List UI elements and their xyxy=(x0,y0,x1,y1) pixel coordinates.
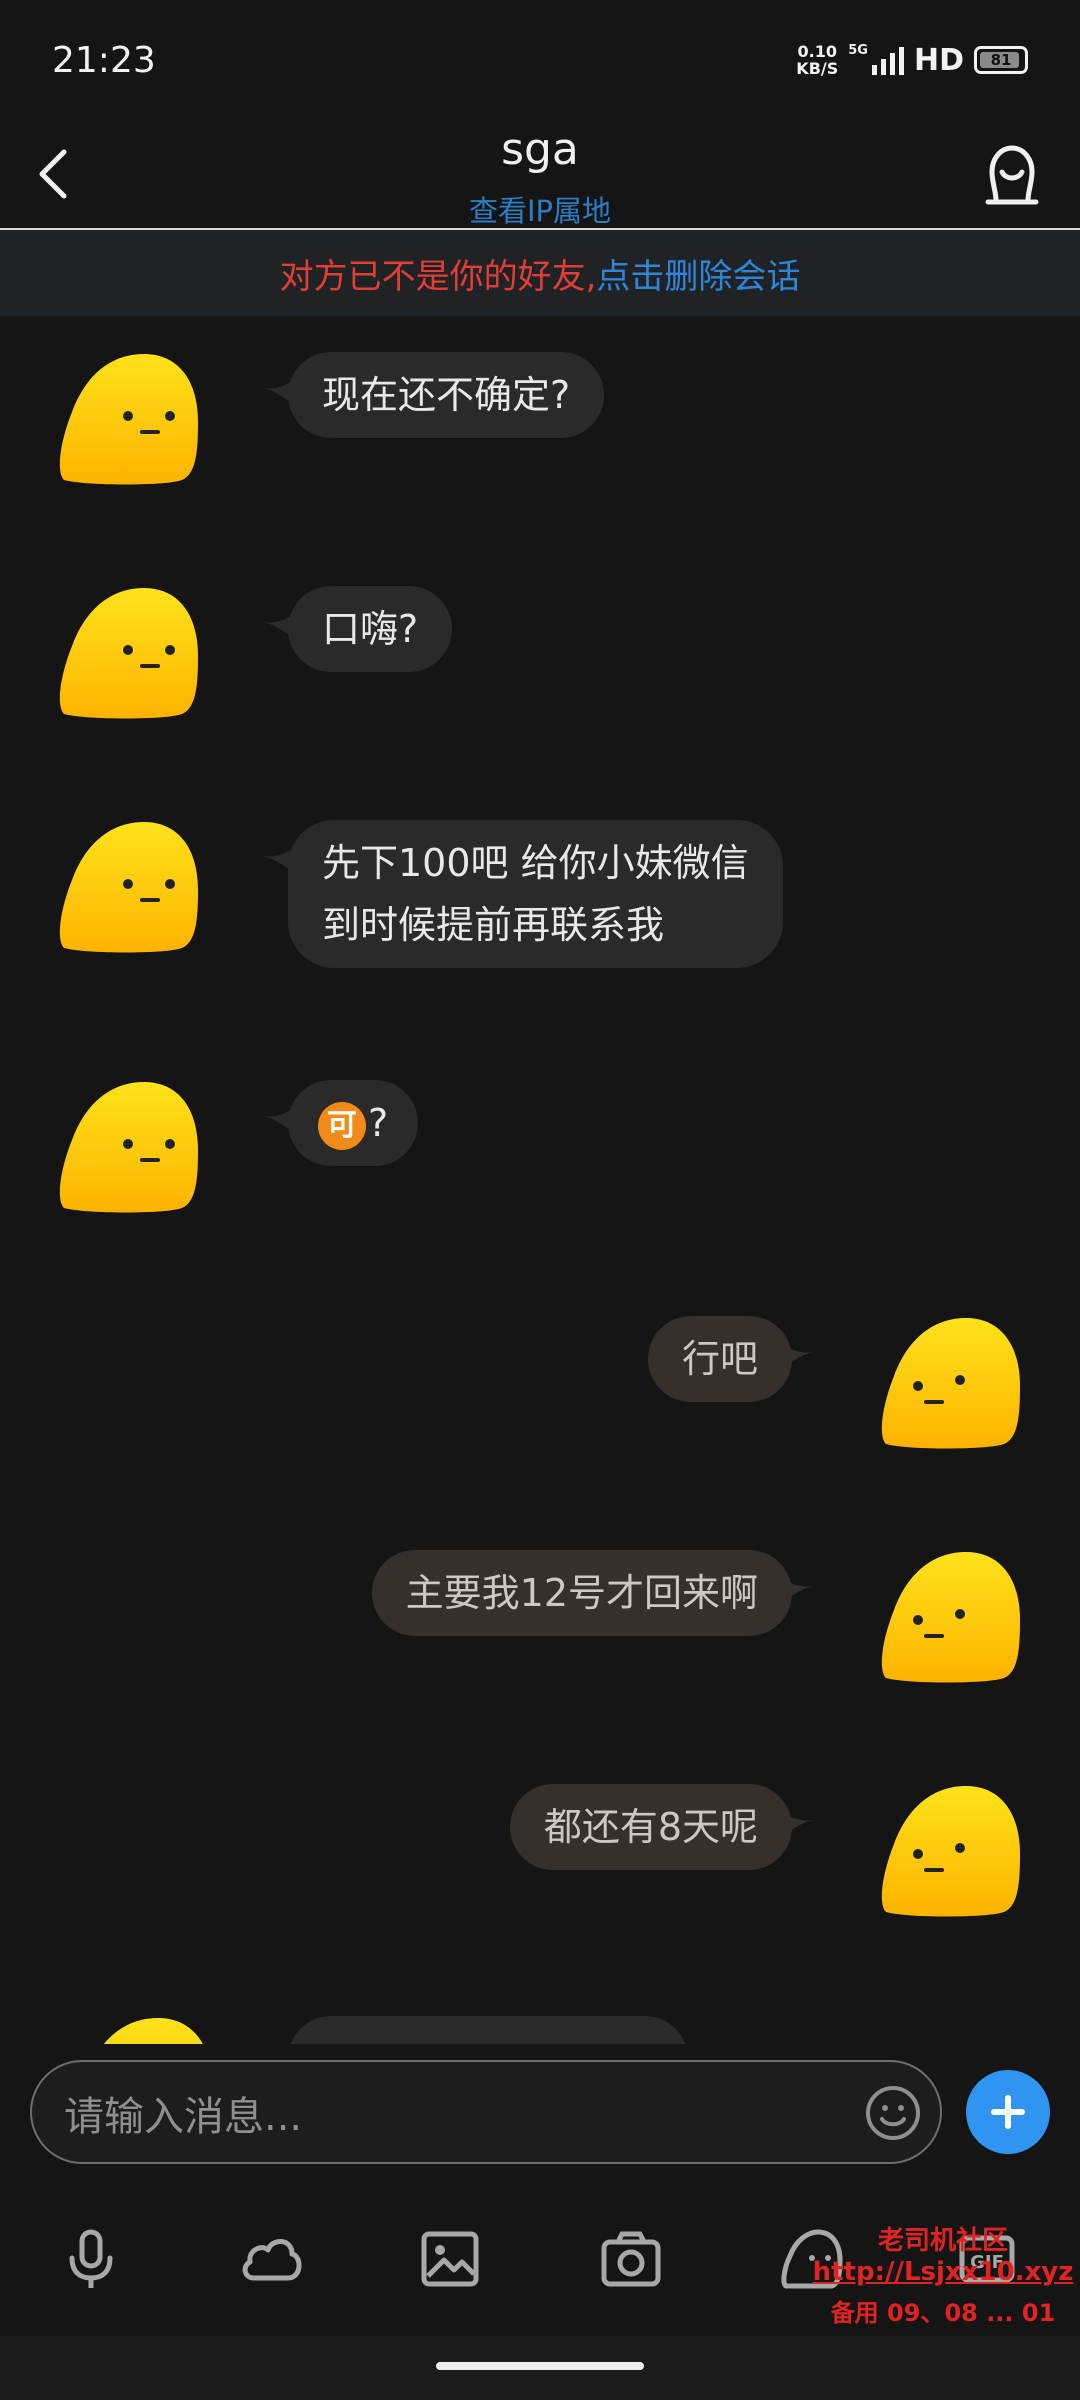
plus-icon xyxy=(991,2095,1025,2129)
status-time: 21:23 xyxy=(52,39,156,81)
watermark-url: http://Lsjxx10.xyz xyxy=(812,2257,1074,2287)
notice-warning-text: 对方已不是你的好友, xyxy=(279,256,597,297)
network-speed-unit: KB/S xyxy=(796,59,839,78)
message-bubble[interactable]: 口嗨? xyxy=(288,586,453,672)
yellow-ghost-avatar[interactable] xyxy=(878,1316,1024,1450)
camera-icon[interactable] xyxy=(598,2228,664,2290)
plus-button[interactable] xyxy=(966,2070,1050,2154)
ghost-profile-icon[interactable] xyxy=(982,142,1042,208)
message-row: 都还有8天呢 xyxy=(0,1784,1080,1918)
yellow-ghost-avatar[interactable] xyxy=(878,1784,1024,1918)
status-bar: 21:23 0.10 KB/S 5G HD 81 xyxy=(0,0,1080,120)
battery-icon: 81 xyxy=(974,46,1028,74)
message-bubble[interactable]: 现在还不确定? xyxy=(288,352,605,438)
not-friend-notice: 对方已不是你的好友, 点击删除会话 xyxy=(0,230,1080,316)
yellow-ghost-avatar[interactable] xyxy=(56,820,202,954)
chat-header: sga 查看IP属地 xyxy=(0,120,1080,228)
message-row: 现在还不确定? xyxy=(0,352,1080,486)
message-line: 先下100吧 给你小妹微信 xyxy=(322,841,749,885)
message-input-bar: 请输入消息... xyxy=(0,2044,1080,2180)
microphone-icon[interactable] xyxy=(58,2228,124,2290)
watermark: 老司机社区 http://Lsjxx10.xyz 备用 09、08 ... 01 xyxy=(808,2220,1078,2328)
system-nav-bar xyxy=(0,2336,1080,2400)
message-row: ... xyxy=(0,2016,1080,2044)
message-row: 行吧 xyxy=(0,1316,1080,1450)
message-bubble[interactable]: 先下100吧 给你小妹微信 到时候提前再联系我 xyxy=(288,820,783,968)
message-text: ? xyxy=(368,1101,389,1145)
network-type-label: 5G xyxy=(848,42,868,58)
view-ip-location-link[interactable]: 查看IP属地 xyxy=(0,188,1080,230)
message-line: 到时候提前再联系我 xyxy=(322,903,665,947)
cloud-icon[interactable] xyxy=(238,2228,304,2290)
home-indicator[interactable] xyxy=(436,2362,644,2370)
yellow-ghost-avatar[interactable] xyxy=(56,586,202,720)
hd-voice-label: HD xyxy=(913,42,964,78)
message-row: 可? xyxy=(0,1080,1080,1214)
chat-title: sga xyxy=(501,124,579,175)
message-input[interactable]: 请输入消息... xyxy=(30,2060,942,2164)
message-bubble[interactable]: 主要我12号才回来啊 xyxy=(371,1550,792,1636)
message-bubble[interactable]: 都还有8天呢 xyxy=(509,1784,792,1870)
message-bubble[interactable]: 行吧 xyxy=(647,1316,792,1402)
message-bubble[interactable]: ... xyxy=(288,2016,688,2044)
message-input-placeholder: 请输入消息... xyxy=(64,2094,303,2140)
yellow-ghost-avatar[interactable] xyxy=(56,352,202,486)
network-speed-value: 0.10 xyxy=(797,42,838,61)
ke-emoji-icon: 可 xyxy=(318,1101,366,1150)
message-row: 主要我12号才回来啊 xyxy=(0,1550,1080,1684)
battery-level: 81 xyxy=(990,51,1012,69)
message-list[interactable]: 现在还不确定? 口嗨? 先下100吧 给你小妹微信 到时候提前再联系我 可 ? … xyxy=(0,316,1080,2044)
yellow-ghost-avatar[interactable] xyxy=(70,2016,216,2044)
status-indicators: 0.10 KB/S 5G HD 81 xyxy=(796,43,1028,78)
yellow-ghost-avatar[interactable] xyxy=(878,1550,1024,1684)
message-bubble[interactable]: 可? xyxy=(288,1080,419,1166)
yellow-ghost-avatar[interactable] xyxy=(56,1080,202,1214)
smiley-icon[interactable] xyxy=(864,2084,922,2142)
delete-conversation-link[interactable]: 点击删除会话 xyxy=(596,249,800,298)
signal-strength-icon xyxy=(871,45,904,75)
watermark-backup: 备用 09、08 ... 01 xyxy=(830,2299,1056,2327)
message-row: 先下100吧 给你小妹微信 到时候提前再联系我 xyxy=(0,820,1080,986)
image-icon[interactable] xyxy=(418,2228,484,2290)
network-speed: 0.10 KB/S xyxy=(796,43,838,77)
message-row: 口嗨? xyxy=(0,586,1080,720)
watermark-title: 老司机社区 xyxy=(877,2226,1008,2256)
